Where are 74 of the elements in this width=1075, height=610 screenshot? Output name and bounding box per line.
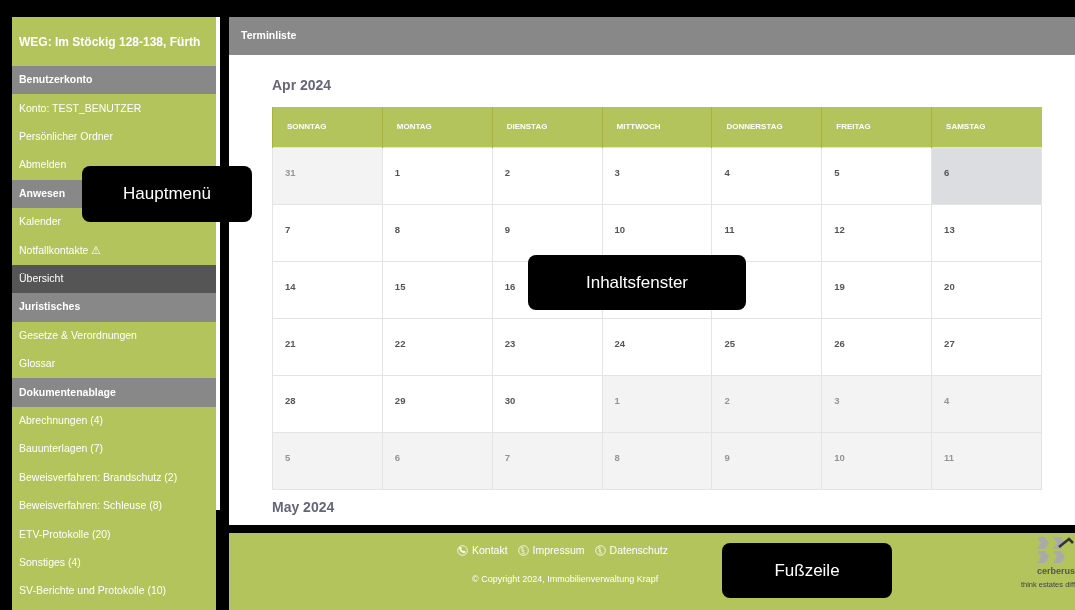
calendar-day[interactable]: 6 (931, 147, 1042, 204)
calendar-day[interactable]: 21 (272, 318, 383, 375)
annotation-tooltip: Inhaltsfenster (528, 255, 746, 310)
calendar-day[interactable]: 24 (602, 318, 712, 375)
calendar-day[interactable]: 25 (711, 318, 822, 375)
menu-item[interactable]: Beweisverfahren: Schleuse (8) (12, 491, 216, 521)
menu-item[interactable]: Glossar (12, 349, 216, 379)
weekday-header: MONTAG (382, 107, 493, 147)
calendar-day[interactable]: 26 (821, 318, 932, 375)
calendar-day[interactable]: 1 (602, 375, 712, 432)
menu-item[interactable]: Abrechnungen (4) (12, 406, 216, 436)
section-heading: Juristisches (12, 293, 216, 322)
menu-item[interactable]: Konto: TEST_BENUTZER (12, 94, 216, 123)
month-title: May 2024 (272, 498, 336, 515)
weekday-header: DIENSTAG (492, 107, 602, 147)
section-heading: Dokumentenablage (12, 378, 216, 407)
panel-title: Terminliste (229, 17, 1075, 55)
calendar-day[interactable]: 4 (931, 375, 1042, 432)
menu-item[interactable]: ETV-Protokolle (20) (12, 520, 216, 549)
paragraph-icon (594, 545, 606, 557)
calendar-day[interactable]: 1 (382, 147, 493, 204)
footer-link[interactable]: Datenschutz (594, 543, 668, 559)
calendar-day[interactable]: 7 (492, 432, 602, 489)
calendar-day[interactable]: 4 (711, 147, 822, 204)
menu-item[interactable]: Sonstiges (4) (12, 548, 216, 578)
footer-link[interactable]: Impressum (517, 543, 585, 559)
calendar-day[interactable]: 5 (821, 147, 932, 204)
calendar-day[interactable]: 28 (272, 375, 383, 432)
menu-item[interactable]: Übersicht (12, 264, 216, 294)
calendar-day[interactable]: 31 (272, 147, 383, 204)
calendar-day[interactable]: 29 (382, 375, 493, 432)
calendar-day[interactable]: 10 (821, 432, 932, 489)
menu-item[interactable]: Notfallkontakte ⚠ (12, 236, 216, 265)
calendar-day[interactable]: 30 (492, 375, 602, 432)
paragraph-icon (517, 545, 529, 557)
calendar-day[interactable]: 19 (821, 261, 932, 318)
calendar-day[interactable]: 2 (492, 147, 602, 204)
calendar-day[interactable]: 12 (821, 204, 932, 261)
calendar-day[interactable]: 23 (492, 318, 602, 375)
weekday-header: SAMSTAG (931, 107, 1042, 147)
calendar-day[interactable]: 8 (602, 432, 712, 489)
phone-icon (457, 545, 468, 557)
weekday-header: FREITAG (821, 107, 932, 147)
calendar-day[interactable]: 3 (821, 375, 932, 432)
menu-item[interactable]: Gesetze & Verordnungen (12, 321, 216, 350)
menu-item[interactable]: Beweisverfahren: Brandschutz (2) (12, 463, 216, 492)
calendar-day[interactable]: 27 (931, 318, 1042, 375)
calendar-day[interactable]: 15 (382, 261, 493, 318)
weekday-header: DONNERSTAG (711, 107, 822, 147)
calendar-day[interactable]: 9 (711, 432, 822, 489)
calendar-day[interactable]: 13 (931, 204, 1042, 261)
weekday-header: MITTWOCH (602, 107, 712, 147)
calendar-day[interactable]: 5 (272, 432, 383, 489)
section-heading: Benutzerkonto (12, 66, 216, 95)
annotation-tooltip: Fußzeile (722, 543, 892, 598)
logo-text: cerberus (1036, 565, 1075, 578)
footer-link[interactable]: Kontakt (457, 543, 508, 559)
calendar-day[interactable]: 14 (272, 261, 383, 318)
calendar-day[interactable]: 20 (931, 261, 1042, 318)
copyright-text: © Copyright 2024, Immobilienverwaltung Krapf (472, 573, 659, 586)
calendar-day[interactable]: 3 (602, 147, 712, 204)
site-title: WEG: Im Stöckig 128-138, Fürth (18, 33, 202, 51)
month-title: Apr 2024 (272, 77, 333, 93)
menu-item[interactable]: Bauunterlagen (7) (12, 435, 216, 464)
calendar-day[interactable]: 6 (382, 432, 493, 489)
calendar-day[interactable]: 11 (931, 432, 1042, 489)
calendar-day[interactable]: 8 (382, 204, 493, 261)
calendar-day[interactable]: 22 (382, 318, 493, 375)
calendar-day[interactable]: 2 (711, 375, 822, 432)
annotation-tooltip: Hauptmenü (82, 166, 252, 222)
weekday-header: SONNTAG (272, 107, 383, 147)
menu-item[interactable]: SV-Berichte und Protokolle (10) (12, 577, 216, 606)
menu-item[interactable]: Persönlicher Ordner (12, 122, 216, 152)
calendar-day[interactable]: 7 (272, 204, 383, 261)
